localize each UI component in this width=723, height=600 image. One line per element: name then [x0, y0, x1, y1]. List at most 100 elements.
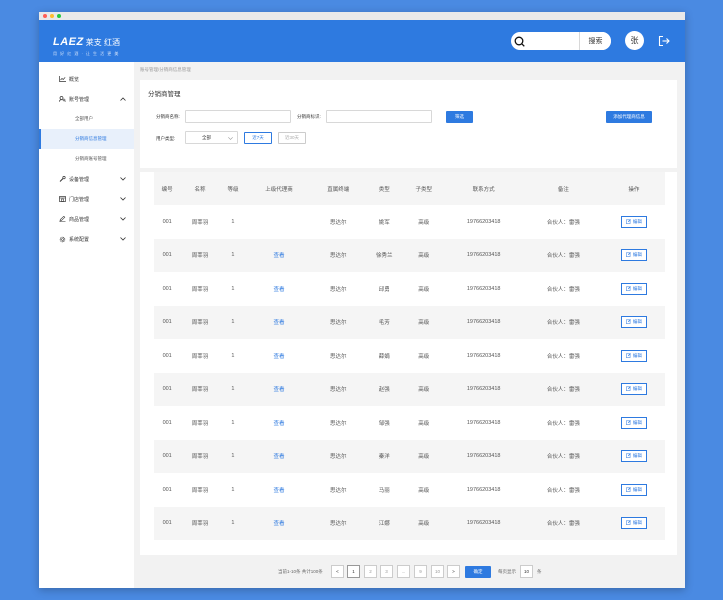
table-cell-contact: 19766203418	[443, 372, 524, 406]
column-header: 类型	[364, 172, 404, 205]
page-ellipsis: ...	[397, 565, 410, 578]
edit-button[interactable]: 编辑	[620, 215, 647, 228]
edit-button[interactable]: 编辑	[620, 349, 647, 362]
page-button[interactable]: 9	[414, 565, 427, 578]
table-row: 001 周莘羽 1 查看 思达尔 徐秀兰 高级 19766203418 合伙人：雷强 编辑	[154, 238, 665, 272]
logout-icon[interactable]	[658, 34, 670, 52]
sidebar-item-accounts[interactable]: 账号管理	[39, 89, 134, 109]
search-box: 搜索	[511, 32, 611, 50]
table-row: 001 周莘羽 1 思达尔 姚军 高级 19766203418 合伙人：雷强 编辑	[154, 205, 665, 239]
table-cell-name: 周莘羽	[180, 439, 220, 473]
table-cell-parent[interactable]: 查看	[246, 339, 312, 373]
table-cell-subtype: 高级	[403, 406, 444, 440]
edit-button[interactable]: 编辑	[620, 249, 647, 262]
table-cell-level: 1	[219, 372, 247, 406]
table-cell-id: 001	[154, 406, 181, 440]
table-cell-parent[interactable]: 查看	[246, 473, 312, 507]
maximize-window-dot[interactable]	[57, 14, 61, 18]
edit-button[interactable]: 编辑	[620, 416, 647, 429]
table-cell-name: 周莘羽	[180, 506, 220, 540]
table-cell-name: 周莘羽	[180, 406, 220, 440]
edit-icon	[625, 419, 631, 426]
table-cell-parent[interactable]: 查看	[246, 506, 312, 540]
edit-button[interactable]: 编辑	[620, 316, 647, 329]
table-cell-note: 合伙人：雷强	[523, 473, 603, 507]
per-page-unit: 条	[537, 569, 542, 574]
table-cell-id: 001	[154, 339, 181, 373]
table-cell-id: 001	[154, 372, 181, 406]
sidebar-item-label: 系统配置	[69, 236, 90, 243]
table-row: 001 周莘羽 1 查看 思达尔 秦洋 高级 19766203418 合伙人：雷强 编辑	[154, 439, 665, 473]
page-button[interactable]: 1	[347, 565, 360, 578]
table-cell-id: 001	[154, 205, 181, 239]
prev-page-button[interactable]: <	[331, 565, 344, 578]
sidebar-item-settings[interactable]: 系统配置	[39, 229, 134, 249]
user-type-select[interactable]: 全部	[185, 131, 238, 144]
minimize-window-dot[interactable]	[50, 14, 54, 18]
sidebar-item-devices[interactable]: 设备管理	[39, 169, 134, 189]
sidebar-item-products[interactable]: 商品管理	[39, 209, 134, 229]
per-page-input[interactable]: 10	[520, 565, 533, 578]
edit-button[interactable]: 编辑	[620, 450, 647, 463]
table-cell-id: 001	[154, 238, 181, 272]
page-button[interactable]: 2	[364, 565, 377, 578]
distributor-id-input[interactable]	[326, 110, 432, 123]
table-cell-note: 合伙人：雷强	[523, 372, 603, 406]
table-cell-actions: 编辑	[602, 372, 665, 406]
edit-button[interactable]: 编辑	[620, 383, 647, 396]
table-cell-parent[interactable]: 查看	[246, 238, 312, 272]
table-cell-parent[interactable]: 查看	[246, 305, 312, 339]
sidebar-subitem-distributor-accounts[interactable]: 分销商账号管理	[39, 149, 134, 169]
table-cell-id: 001	[154, 439, 181, 473]
column-header: 联系方式	[443, 172, 524, 205]
recent-30-days-button[interactable]: 近30天	[278, 132, 306, 144]
add-distributor-button[interactable]: 添加代理商信息	[606, 111, 652, 123]
edit-label: 编辑	[632, 319, 642, 325]
sidebar-subitem-distributor-info[interactable]: 分销商信息管理	[39, 129, 134, 149]
search-input[interactable]	[527, 32, 579, 50]
table-cell-terminal: 思达尔	[311, 473, 365, 507]
avatar[interactable]: 张	[625, 31, 644, 50]
sidebar-subitem-all-users[interactable]: 全部用户	[39, 109, 134, 129]
sidebar-item-overview[interactable]: 概览	[39, 69, 134, 89]
table-cell-parent[interactable]: 查看	[246, 439, 312, 473]
table-cell-contact: 19766203418	[443, 305, 524, 339]
edit-icon	[625, 386, 631, 392]
table-cell-id: 001	[154, 506, 181, 540]
distributor-name-label: 分销商名称:	[156, 114, 180, 119]
table-cell-terminal: 思达尔	[311, 339, 365, 373]
chevron-down-icon	[120, 217, 126, 223]
table-row: 001 周莘羽 1 查看 思达尔 江娜 高级 19766203418 合伙人：雷强 编辑	[154, 506, 665, 540]
table-cell-subtype: 高级	[403, 439, 444, 473]
table-cell-note: 合伙人：雷强	[523, 439, 603, 473]
table-cell-note: 合伙人：雷强	[523, 406, 603, 440]
edit-button[interactable]: 编辑	[620, 282, 647, 295]
close-window-dot[interactable]	[43, 14, 47, 18]
filter-button[interactable]: 筛选	[446, 111, 473, 123]
table-cell-parent[interactable]: 查看	[246, 272, 312, 306]
page-button[interactable]: 3	[380, 565, 393, 578]
distributor-name-input[interactable]	[185, 110, 291, 123]
gear-icon	[59, 236, 66, 245]
edit-button[interactable]: 编辑	[620, 517, 647, 530]
brand-logo: LAEZ 莱支 红酒 用 好 红 酒 · 让 生 活 更 美	[53, 32, 120, 57]
table-row: 001 周莘羽 1 查看 思达尔 毛芳 高级 19766203418 合伙人：雷强 编辑	[154, 305, 665, 339]
sidebar-item-stores[interactable]: 门店管理	[39, 189, 134, 209]
table-cell-level: 1	[219, 238, 247, 272]
edit-icon	[625, 252, 631, 258]
table-cell-parent[interactable]: 查看	[246, 372, 312, 406]
page-button[interactable]: 10	[431, 565, 444, 578]
edit-button[interactable]: 编辑	[620, 483, 647, 496]
recent-7-days-button[interactable]: 近7天	[244, 132, 272, 144]
table-cell-actions: 编辑	[602, 205, 665, 239]
table-cell-parent[interactable]: 查看	[246, 406, 312, 440]
search-button[interactable]: 搜索	[579, 32, 611, 50]
confirm-page-button[interactable]: 确定	[465, 566, 491, 578]
table-cell-actions: 编辑	[602, 238, 665, 272]
table-cell-type: 薛娟	[364, 339, 404, 373]
table-cell-name: 周莘羽	[180, 339, 220, 373]
next-page-button[interactable]: >	[447, 565, 460, 578]
table-cell-parent[interactable]	[246, 205, 312, 239]
table-cell-actions: 编辑	[602, 339, 665, 373]
table-cell-type: 赵强	[364, 372, 404, 406]
